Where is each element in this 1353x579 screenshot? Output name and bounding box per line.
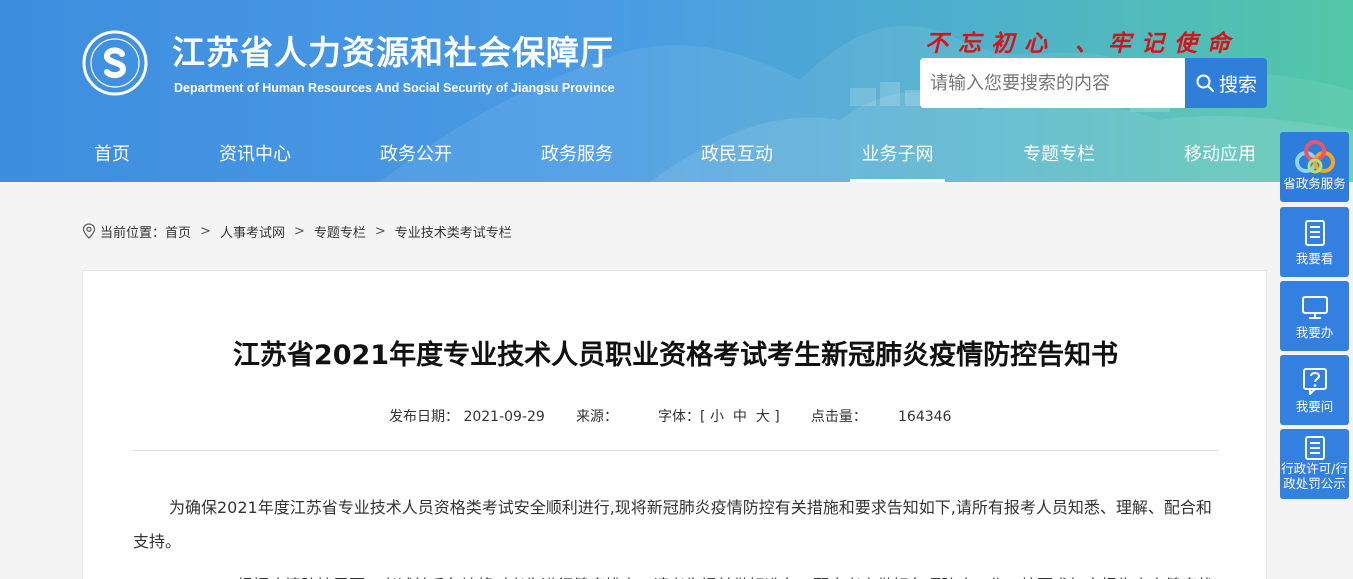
breadcrumb-prefix: 当前位置： [100, 225, 166, 241]
side-handle-label: 我要办 [1295, 325, 1334, 340]
document-icon [1304, 220, 1325, 246]
article-title: 江苏省2021年度专业技术人员职业资格考试考生新冠肺炎疫情防控告知书 [232, 340, 1119, 371]
nav-item-interaction[interactable]: 政民互动 [700, 128, 774, 182]
site-header: 江苏省人力资源和社会保障厅 Department of Human Resour… [0, 0, 1353, 182]
breadcrumb-special-topics[interactable]: 专题专栏 [314, 222, 366, 241]
article-panel: 江苏省2021年度专业技术人员职业资格考试考生新冠肺炎疫情防控告知书 发布日期：… [82, 270, 1267, 579]
list-icon [1304, 436, 1325, 460]
side-license-penalty-label-line2: 政处罚公示 [1283, 476, 1346, 491]
side-ask-label: 我要问 [1295, 399, 1334, 414]
publish-date: 2021-09-29 [463, 409, 545, 425]
meta-divider [133, 450, 1218, 451]
nav-item-mobile-apps[interactable]: 移动应用 [1183, 128, 1257, 182]
side-license-penalty-button[interactable]: 行政许可/行 政处罚公示 [1280, 429, 1349, 499]
article-meta: 发布日期： 2021-09-29 来源： 字体：[ 小 中 大 ] 点击量： 1… [389, 406, 951, 426]
breadcrumb-exam-site[interactable]: 人事考试网 [220, 222, 285, 241]
side-gov-service-button[interactable]: 省政务服务 [1280, 132, 1349, 202]
article-paragraph: 为确保2021年度江苏省专业技术人员资格类考试安全顺利进行,现将新冠肺炎疫情防控… [133, 498, 1212, 551]
monitor-icon [1301, 296, 1328, 319]
breadcrumb: 当前位置： 首页 > 人事考试网 > 专题专栏 > 专业技术类考试专栏 [82, 221, 512, 241]
side-view-button[interactable]: 我要看 [1280, 207, 1349, 277]
article-paragraph: 一、根据疫情防控需要，考试前后各地将对考生进行健康排查，请考生提前做好准备，配合… [133, 569, 1218, 579]
click-count-label: 点击量： [810, 409, 867, 425]
nav-item-gov-affairs[interactable]: 政务公开 [379, 128, 453, 182]
question-icon [1302, 368, 1327, 395]
side-ask-button[interactable]: 我要问 [1280, 355, 1349, 425]
main-nav: 首页 资讯中心 政务公开 政务服务 政民互动 业务子网 专题专栏 移动应用 [0, 128, 1353, 182]
publish-date-label: 发布日期： [389, 409, 459, 425]
search-button[interactable]: 搜索 [1185, 58, 1267, 108]
search-input[interactable] [920, 58, 1185, 108]
search-button-label: 搜索 [1218, 73, 1257, 96]
font-size-close: ] [774, 409, 780, 425]
font-size-label: 字体：[ [658, 409, 706, 425]
side-handle-button[interactable]: 我要办 [1280, 281, 1349, 351]
slogan: 不忘初心 、牢记使命 [925, 30, 1241, 57]
font-medium-button[interactable]: 中 [733, 406, 747, 426]
source-label: 来源： [575, 409, 618, 425]
department-logo [82, 30, 148, 96]
nav-item-news[interactable]: 资讯中心 [218, 128, 292, 182]
nav-item-business-subnet[interactable]: 业务子网 [850, 128, 945, 182]
nav-item-special-topics[interactable]: 专题专栏 [1022, 128, 1096, 182]
nav-item-gov-services[interactable]: 政务服务 [540, 128, 614, 182]
site-title: 江苏省人力资源和社会保障厅 [172, 33, 614, 72]
nav-item-home[interactable]: 首页 [92, 128, 132, 182]
breadcrumb-home[interactable]: 首页 [165, 222, 191, 241]
site-subtitle: Department of Human Resources And Social… [174, 81, 615, 95]
breadcrumb-separator: > [293, 223, 305, 239]
side-gov-service-label: 省政务服务 [1283, 176, 1346, 191]
click-count: 164346 [898, 409, 952, 425]
location-pin-icon [82, 223, 96, 239]
breadcrumb-tech-exam-column[interactable]: 专业技术类考试专栏 [395, 222, 512, 241]
font-large-button[interactable]: 大 [756, 406, 770, 426]
side-view-label: 我要看 [1295, 251, 1334, 266]
font-small-button[interactable]: 小 [710, 406, 724, 426]
search-icon [1196, 74, 1214, 92]
breadcrumb-separator: > [200, 223, 211, 239]
breadcrumb-separator: > [374, 223, 386, 239]
gov-service-logo-icon [1294, 140, 1335, 174]
side-license-penalty-label-line1: 行政许可/行 [1281, 461, 1348, 476]
